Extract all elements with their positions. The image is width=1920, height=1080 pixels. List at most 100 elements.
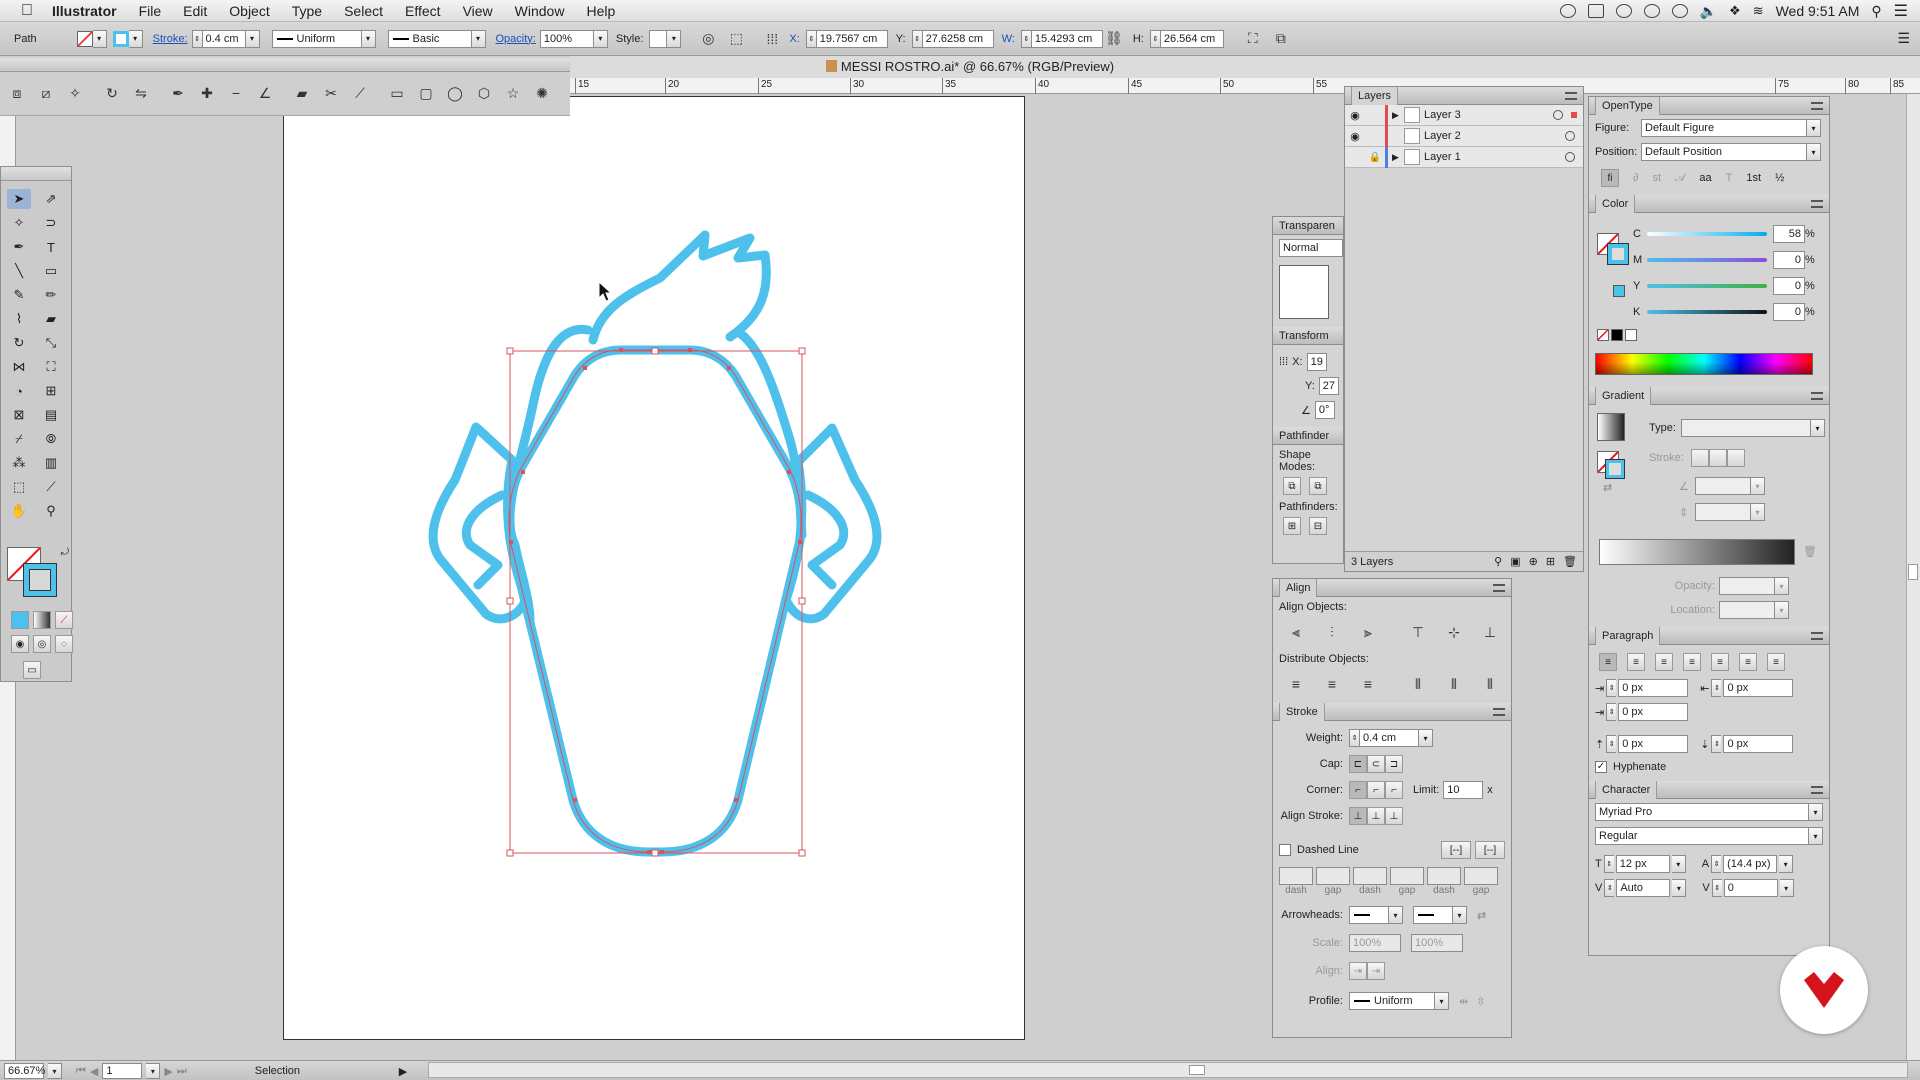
rectangle-tool-icon[interactable]: ▭ — [386, 82, 408, 104]
menu-object[interactable]: Object — [229, 3, 269, 19]
tab-color[interactable]: Color — [1595, 194, 1636, 213]
start-arrowhead-select[interactable] — [1349, 906, 1389, 924]
contextual-alternates-icon[interactable]: ∂ — [1633, 172, 1638, 184]
first-indent-input[interactable]: 0 px — [1618, 703, 1689, 721]
color-mode-icon[interactable] — [11, 611, 29, 629]
gradient-thumbnail[interactable] — [1597, 413, 1625, 441]
arrow-align-end-icon[interactable]: ⇥ — [1367, 962, 1385, 980]
titling-icon[interactable]: T — [1726, 172, 1733, 184]
figure-select[interactable]: Default Figure — [1641, 119, 1807, 137]
y-input[interactable]: 27.6258 cm — [921, 29, 994, 48]
tracking-stepper[interactable]: ⇕ — [1711, 879, 1722, 897]
gradient-angle-input[interactable] — [1695, 477, 1751, 495]
tools-panel-header[interactable] — [1, 167, 71, 181]
h-stepper[interactable]: ⇕ — [1149, 29, 1160, 48]
stroke-weight-dropdown[interactable]: ▾ — [245, 29, 260, 48]
swash-icon[interactable]: 𝒜 — [1675, 172, 1685, 185]
space-before-stepper[interactable]: ⇕ — [1606, 735, 1617, 753]
profile-dropdown[interactable]: ▾ — [361, 29, 376, 48]
kerning-input[interactable]: Auto — [1616, 879, 1671, 897]
chevron-down-icon[interactable]: ▾ — [1775, 601, 1789, 619]
zoom-dropdown[interactable]: ▾ — [48, 1063, 62, 1079]
eye-icon[interactable]: ◉ — [1345, 130, 1365, 143]
convert-anchor-icon[interactable]: ∠ — [254, 82, 276, 104]
slice-tool-icon[interactable]: ⟋ — [39, 477, 63, 497]
target-icon[interactable] — [1553, 110, 1563, 120]
target-icon[interactable] — [1565, 131, 1575, 141]
lasso-tool-icon[interactable]: ⊃ — [39, 213, 63, 233]
menu-window[interactable]: Window — [515, 3, 565, 19]
miter-join-icon[interactable]: ⌐ — [1349, 781, 1367, 799]
leading-input[interactable]: (14.4 px) — [1723, 855, 1778, 873]
spotlight-search-icon[interactable]: ⚲ — [1871, 3, 1881, 20]
chevron-down-icon[interactable]: ▾ — [1453, 906, 1467, 924]
eyedropper-tool-icon[interactable]: ⌿ — [7, 429, 31, 449]
hyphenate-checkbox[interactable]: ✓ — [1595, 761, 1607, 773]
font-size-input[interactable]: 12 px — [1615, 855, 1670, 873]
screen-mode-icon[interactable]: ▭ — [23, 661, 41, 679]
mesh-tool-icon[interactable]: ⊠ — [7, 405, 31, 425]
blend-tool-icon[interactable]: ⦾ — [39, 429, 63, 449]
tab-character[interactable]: Character — [1595, 780, 1658, 799]
symbol-sprayer-icon[interactable]: ⁂ — [7, 453, 31, 473]
distribute-right-icon[interactable]: ⦀ — [1479, 673, 1501, 695]
menu-view[interactable]: View — [463, 3, 493, 19]
type-tool-icon[interactable]: T — [39, 237, 63, 257]
first-indent-stepper[interactable]: ⇕ — [1606, 703, 1617, 721]
opacity-link[interactable]: Opacity: — [496, 33, 536, 45]
brush-definition[interactable]: Basic — [387, 29, 472, 48]
selection-tool-icon[interactable]: ➤ — [7, 189, 31, 209]
discretionary-ligatures-icon[interactable]: st — [1652, 172, 1661, 184]
panel-menu-icon[interactable] — [1493, 707, 1505, 716]
chevron-down-icon[interactable]: ▾ — [1779, 855, 1794, 873]
right-indent-input[interactable]: 0 px — [1723, 679, 1794, 697]
horizontal-scrollbar[interactable] — [428, 1062, 1908, 1078]
y-stepper[interactable]: ⇕ — [911, 29, 922, 48]
leading-stepper[interactable]: ⇕ — [1711, 855, 1722, 873]
panel-menu-icon[interactable] — [1565, 91, 1577, 100]
graphic-style-swatch[interactable] — [649, 29, 668, 48]
round-cap-icon[interactable]: ⊂ — [1367, 755, 1385, 773]
menu-type[interactable]: Type — [292, 3, 322, 19]
hand-tool-icon[interactable]: ✋ — [7, 501, 31, 521]
select-similar-icon[interactable]: ⬚ — [725, 28, 747, 50]
gradient-mode-icon[interactable] — [33, 611, 51, 629]
transform-angle-input[interactable]: 0° — [1314, 401, 1335, 419]
butt-cap-icon[interactable]: ⊏ — [1349, 755, 1367, 773]
black-swatch[interactable] — [1611, 329, 1623, 341]
magic-wand-icon[interactable]: ✧ — [64, 82, 86, 104]
align-center-text-icon[interactable]: ≡ — [1627, 653, 1645, 671]
swap-fill-stroke-icon[interactable]: ⤾ — [61, 547, 69, 558]
tab-align[interactable]: Align — [1279, 578, 1318, 597]
gradient-stroke-across-icon[interactable] — [1727, 449, 1745, 467]
tab-layers[interactable]: Layers — [1351, 86, 1399, 105]
chevron-down-icon[interactable]: ▾ — [1671, 855, 1686, 873]
none-mode-icon[interactable]: ⟋ — [55, 611, 73, 629]
tab-transparency[interactable]: Transparen — [1279, 217, 1335, 235]
right-indent-stepper[interactable]: ⇕ — [1711, 679, 1722, 697]
align-vcenter-icon[interactable]: ⊹ — [1443, 621, 1465, 643]
pencil-tool-icon[interactable]: ✏ — [39, 285, 63, 305]
layer-name[interactable]: Layer 1 — [1424, 151, 1565, 163]
first-artboard-icon[interactable]: ⏮ — [76, 1065, 86, 1078]
locate-object-icon[interactable]: ⚲ — [1494, 555, 1502, 568]
chevron-down-icon[interactable]: ▾ — [1809, 827, 1823, 845]
distribute-bottom-icon[interactable]: ≡ — [1357, 673, 1379, 695]
tab-stroke[interactable]: Stroke — [1279, 702, 1325, 721]
document-title[interactable]: MESSI ROSTRO.ai* @ 66.67% (RGB/Preview) — [570, 56, 1370, 78]
panel-menu-icon[interactable] — [1811, 391, 1823, 400]
align-right-icon[interactable]: ⫸ — [1357, 621, 1379, 643]
panel-menu-icon[interactable]: ☰ — [1897, 30, 1910, 47]
cyan-input[interactable]: 58 — [1773, 225, 1805, 243]
align-left-text-icon[interactable]: ≡ — [1599, 653, 1617, 671]
add-anchor-icon[interactable]: ✚ — [196, 82, 218, 104]
flip-across-icon[interactable]: ⇳ — [1476, 995, 1485, 1008]
scissors-tool-icon[interactable]: ✂ — [320, 82, 342, 104]
font-style-select[interactable]: Regular — [1595, 827, 1809, 845]
paintbrush-tool-icon[interactable]: ✎ — [7, 285, 31, 305]
fractions-icon[interactable]: ½ — [1775, 172, 1784, 184]
yellow-input[interactable]: 0 — [1773, 277, 1805, 295]
menu-select[interactable]: Select — [344, 3, 383, 19]
gap-input[interactable] — [1316, 867, 1350, 885]
line-tool-icon[interactable]: ╲ — [7, 261, 31, 281]
